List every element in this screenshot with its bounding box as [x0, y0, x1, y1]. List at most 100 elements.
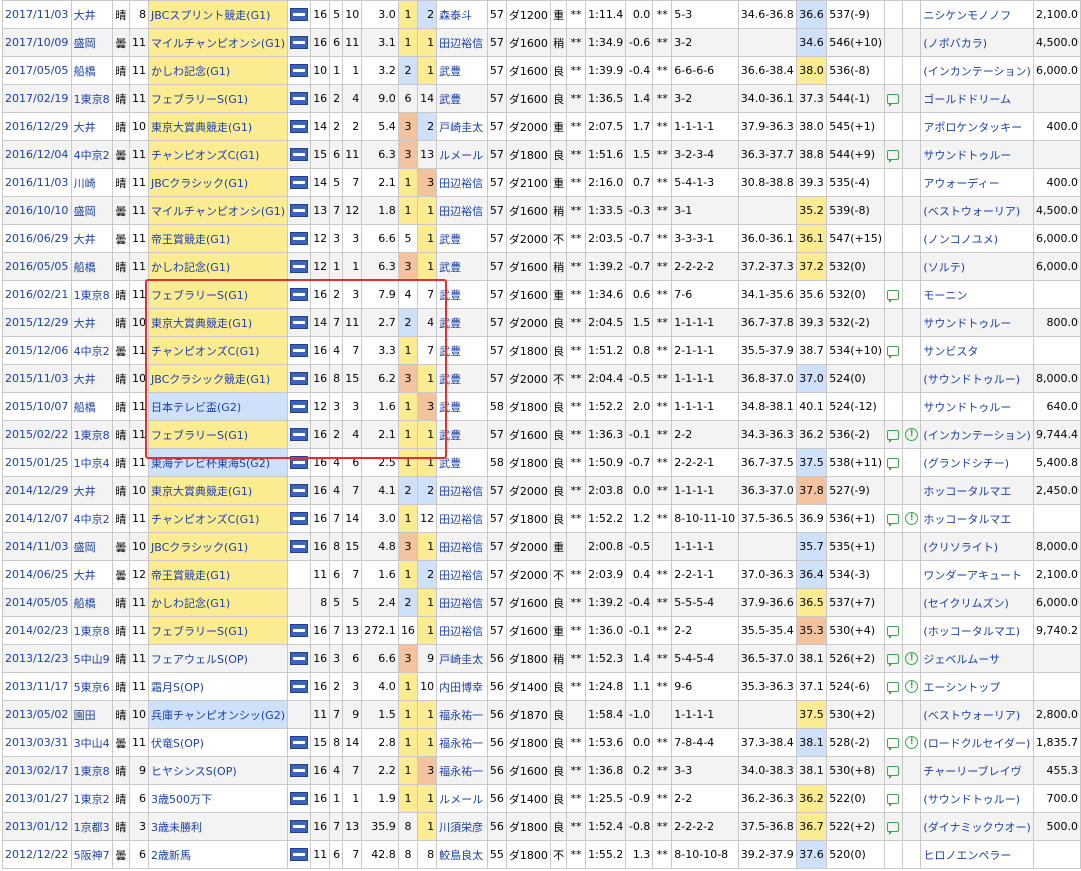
cell-race[interactable]: 兵庫チャンピオンシッ(G2) [148, 700, 288, 729]
video-icon[interactable] [290, 456, 308, 470]
venue-link[interactable]: 船橋 [74, 261, 96, 274]
winner-link[interactable]: (ソルテ) [923, 261, 965, 274]
cell-winner[interactable]: (ロードクルセイダー) [920, 728, 1034, 757]
jockey-link[interactable]: 森泰斗 [439, 9, 472, 22]
cell-jockey[interactable]: 武豊 [436, 392, 488, 421]
race-link[interactable]: 帝王賞競走(G1) [151, 569, 230, 582]
cell-winner[interactable]: (ノボバカラ) [920, 28, 1034, 57]
cell-jockey[interactable]: 田辺裕信 [436, 168, 488, 197]
video-icon[interactable] [290, 288, 308, 302]
note-icon[interactable]: ! [905, 428, 919, 442]
cell-venue[interactable]: 大井 [70, 476, 114, 505]
cell-date[interactable]: 2012/12/22 [2, 840, 72, 869]
video-icon[interactable] [290, 344, 308, 358]
jockey-link[interactable]: 武豊 [439, 317, 461, 330]
jockey-link[interactable]: 武豊 [439, 93, 461, 106]
jockey-link[interactable]: 福永祐一 [439, 737, 483, 750]
venue-link[interactable]: 1東京8 [74, 625, 110, 638]
cell-venue[interactable]: 4中京2 [70, 140, 114, 169]
venue-link[interactable]: 5東京6 [74, 681, 110, 694]
cell-date[interactable]: 2017/11/03 [2, 0, 72, 29]
cell-jockey[interactable]: 武豊 [436, 252, 488, 281]
venue-link[interactable]: 1中京4 [74, 457, 110, 470]
video-icon[interactable] [290, 792, 308, 806]
cell-venue[interactable]: 船橋 [70, 392, 114, 421]
video-icon[interactable] [290, 652, 308, 666]
race-link[interactable]: フェブラリーS(G1) [151, 289, 248, 302]
venue-link[interactable]: 大井 [74, 485, 96, 498]
cell-winner[interactable]: (クリソライト) [920, 532, 1034, 561]
cell-winner[interactable]: サウンドトゥルー [920, 308, 1034, 337]
comment-icon[interactable] [887, 150, 900, 163]
cell-jockey[interactable]: 田辺裕信 [436, 476, 488, 505]
jockey-link[interactable]: 武豊 [439, 373, 461, 386]
winner-link[interactable]: ニシケンモノノフ [923, 9, 1011, 22]
jockey-link[interactable]: 田辺裕信 [439, 205, 483, 218]
cell-winner[interactable]: アウォーディー [920, 168, 1034, 197]
jockey-link[interactable]: 武豊 [439, 457, 461, 470]
cell-venue[interactable]: 3中山4 [70, 728, 114, 757]
cell-winner[interactable]: (ソルテ) [920, 252, 1034, 281]
jockey-link[interactable]: 武豊 [439, 289, 461, 302]
cell-winner[interactable]: (ホッコータルマエ) [920, 616, 1034, 645]
venue-link[interactable]: 盛岡 [74, 541, 96, 554]
note-icon[interactable]: ! [905, 512, 919, 526]
cell-winner[interactable]: ホッコータルマエ [920, 476, 1034, 505]
video-icon[interactable] [290, 316, 308, 330]
video-icon[interactable] [290, 400, 308, 414]
comment-icon[interactable] [887, 766, 900, 779]
venue-link[interactable]: 1東京8 [74, 765, 110, 778]
winner-link[interactable]: サウンドトゥルー [923, 401, 1011, 414]
date-link[interactable]: 2016/10/10 [5, 204, 68, 217]
date-link[interactable]: 2016/02/21 [5, 288, 68, 301]
date-link[interactable]: 2017/05/05 [5, 64, 68, 77]
cell-venue[interactable]: 1東京8 [70, 616, 114, 645]
date-link[interactable]: 2016/12/29 [5, 120, 68, 133]
video-icon[interactable] [290, 680, 308, 694]
comment-icon[interactable] [887, 458, 900, 471]
comment-icon[interactable] [887, 626, 900, 639]
race-link[interactable]: JBCクラシック(G1) [151, 541, 248, 554]
cell-jockey[interactable]: 武豊 [436, 56, 488, 85]
cell-race[interactable]: 2歳新馬 [148, 840, 288, 869]
race-link[interactable]: 帝王賞競走(G1) [151, 233, 230, 246]
date-link[interactable]: 2017/02/19 [5, 92, 68, 105]
jockey-link[interactable]: ルメール [439, 793, 483, 806]
race-link[interactable]: 2歳新馬 [151, 849, 191, 862]
cell-venue[interactable]: 4中京2 [70, 336, 114, 365]
date-link[interactable]: 2013/11/17 [5, 680, 68, 693]
cell-winner[interactable]: モーニン [920, 280, 1034, 309]
comment-icon[interactable] [887, 682, 900, 695]
cell-race[interactable]: 霜月S(OP) [148, 672, 288, 701]
race-link[interactable]: マイルチャンピオンシ(G1) [151, 37, 285, 50]
cell-date[interactable]: 2015/02/22 [2, 420, 72, 449]
jockey-link[interactable]: 武豊 [439, 233, 461, 246]
jockey-link[interactable]: 田辺裕信 [439, 541, 483, 554]
winner-link[interactable]: アポロケンタッキー [923, 121, 1022, 134]
cell-venue[interactable]: 1東京2 [70, 784, 114, 813]
cell-winner[interactable]: (ベストウォーリア) [920, 700, 1034, 729]
cell-jockey[interactable]: 武豊 [436, 364, 488, 393]
race-link[interactable]: かしわ記念(G1) [151, 597, 230, 610]
cell-date[interactable]: 2014/12/29 [2, 476, 72, 505]
cell-race[interactable]: 3歳500万下 [148, 784, 288, 813]
race-link[interactable]: 東海テレビ杯東海S(G2) [151, 457, 270, 470]
cell-date[interactable]: 2015/11/03 [2, 364, 72, 393]
jockey-link[interactable]: 田辺裕信 [439, 597, 483, 610]
winner-link[interactable]: (サウンドトゥルー) [923, 373, 1020, 386]
cell-race[interactable]: JBCクラシック競走(G1) [148, 364, 288, 393]
cell-date[interactable]: 2013/02/17 [2, 756, 72, 785]
comment-icon[interactable] [887, 290, 900, 303]
cell-winner[interactable]: ホッコータルマエ [920, 504, 1034, 533]
date-link[interactable]: 2014/06/25 [5, 568, 68, 581]
venue-link[interactable]: 大井 [74, 317, 96, 330]
comment-icon[interactable] [887, 346, 900, 359]
venue-link[interactable]: 1東京2 [74, 793, 110, 806]
cell-race[interactable]: JBCスプリント競走(G1) [148, 0, 288, 29]
cell-venue[interactable]: 園田 [70, 700, 114, 729]
date-link[interactable]: 2017/10/09 [5, 36, 68, 49]
cell-race[interactable]: 東京大賞典競走(G1) [148, 112, 288, 141]
cell-venue[interactable]: 船橋 [70, 252, 114, 281]
date-link[interactable]: 2015/10/07 [5, 400, 68, 413]
cell-date[interactable]: 2014/06/25 [2, 560, 72, 589]
